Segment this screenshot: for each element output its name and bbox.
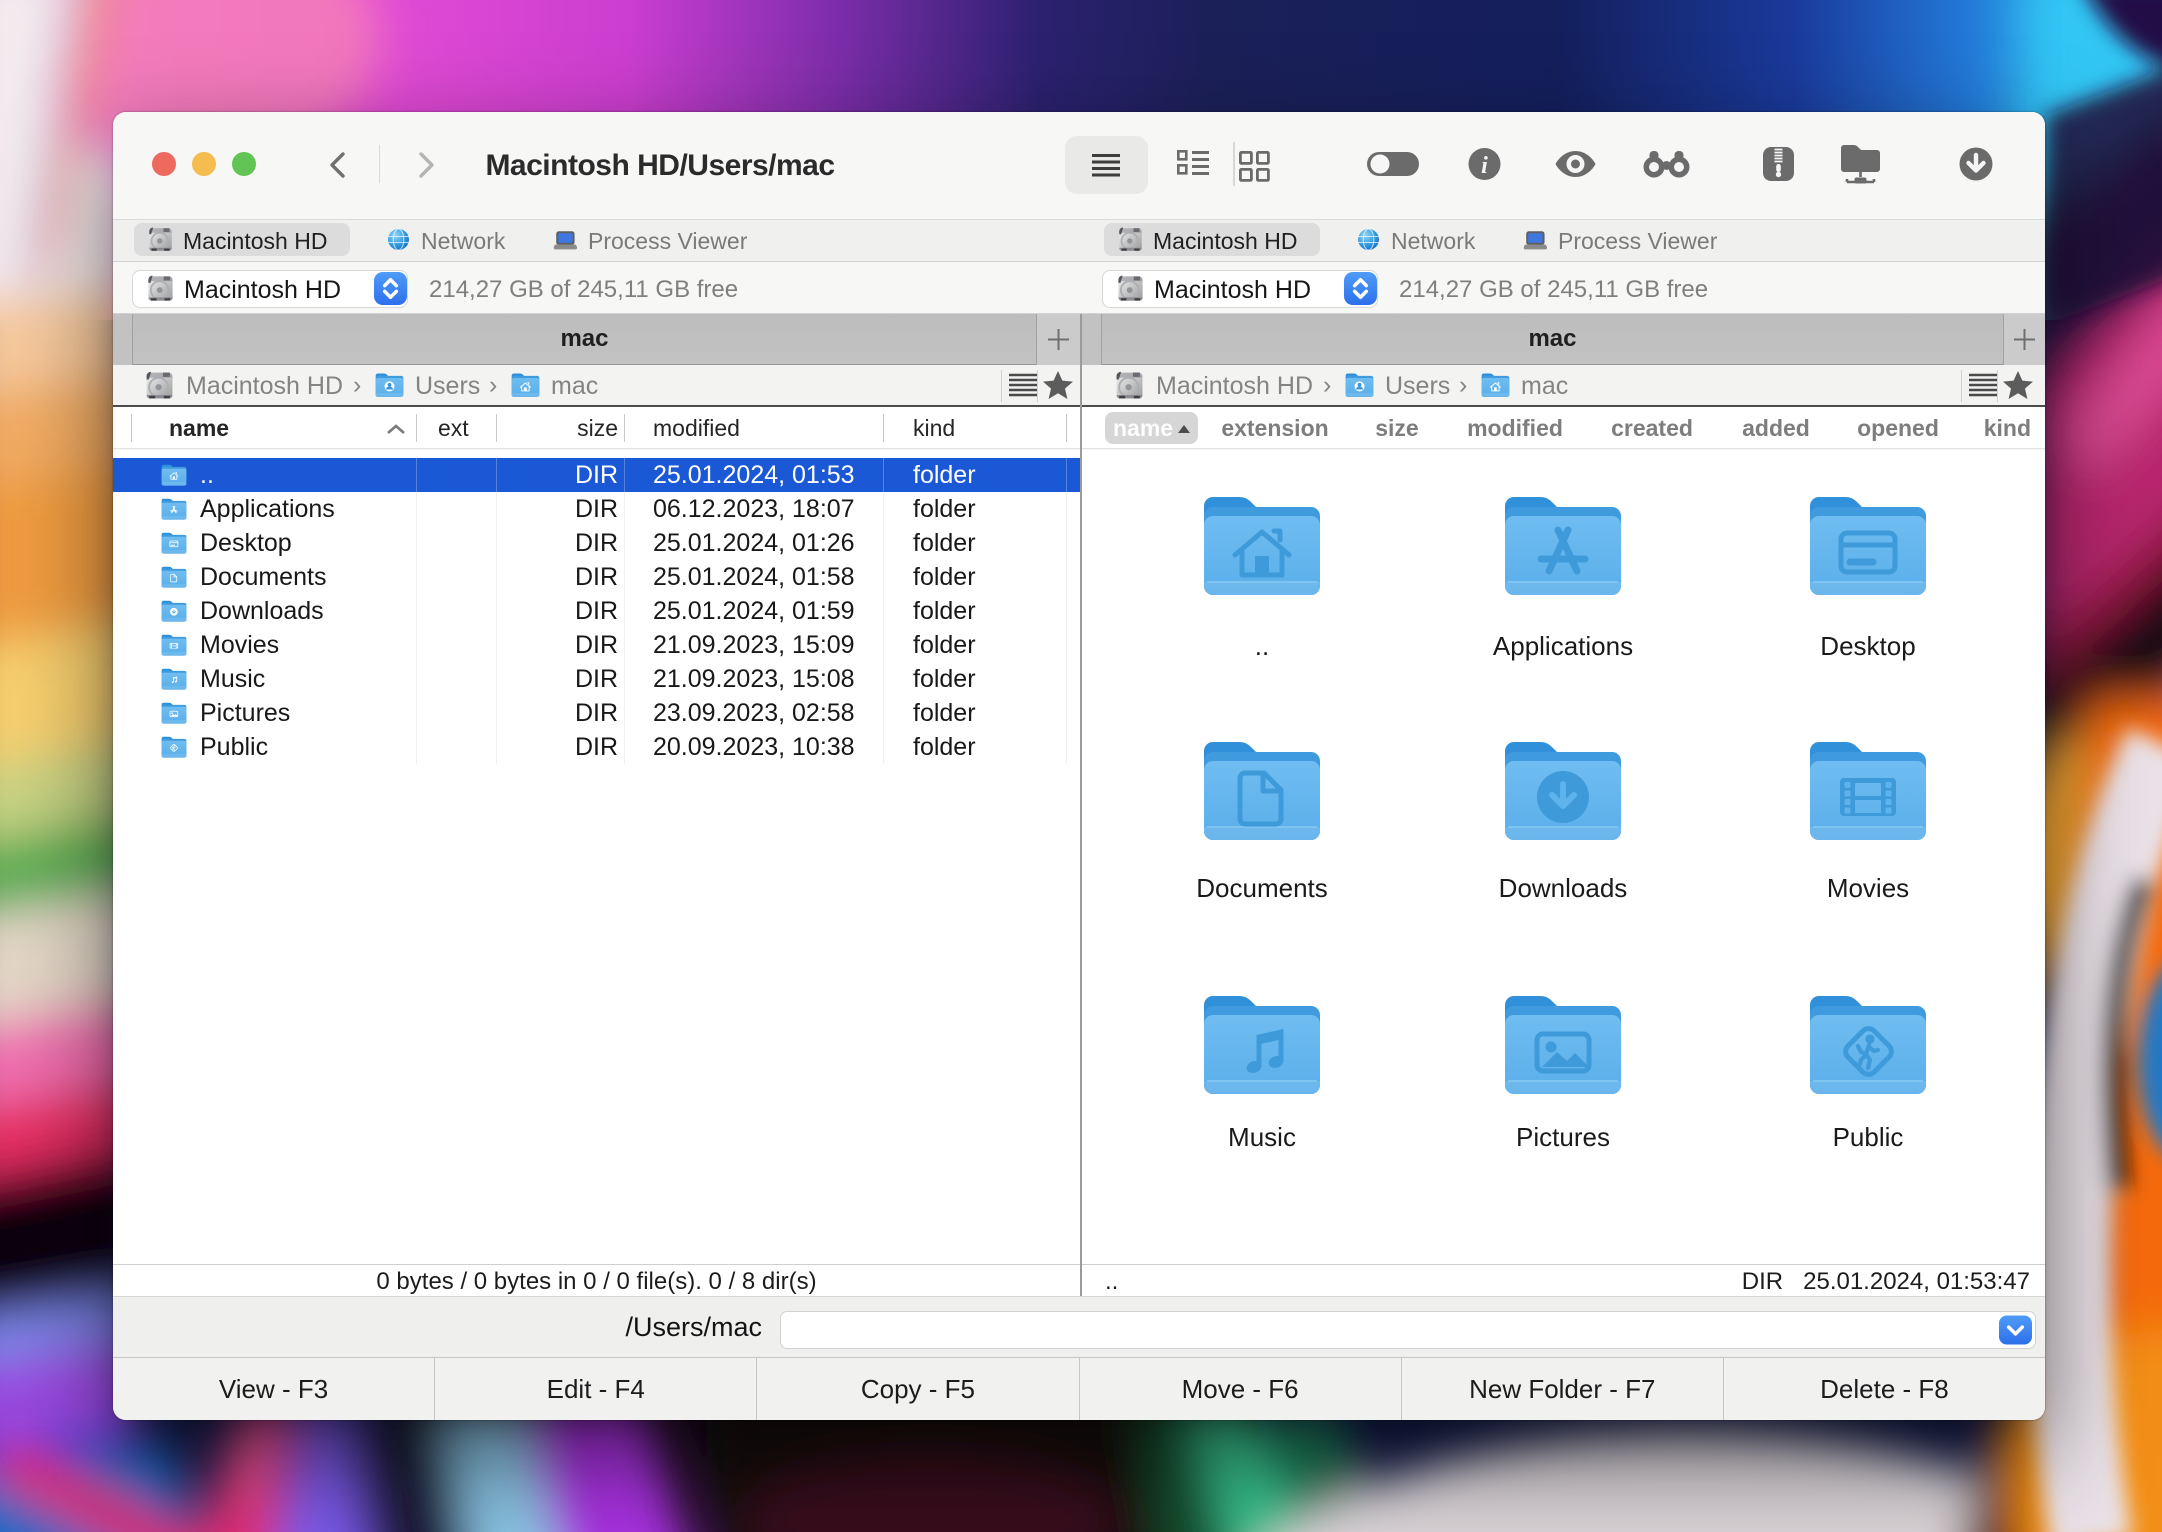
svg-text:i: i bbox=[1481, 153, 1488, 179]
